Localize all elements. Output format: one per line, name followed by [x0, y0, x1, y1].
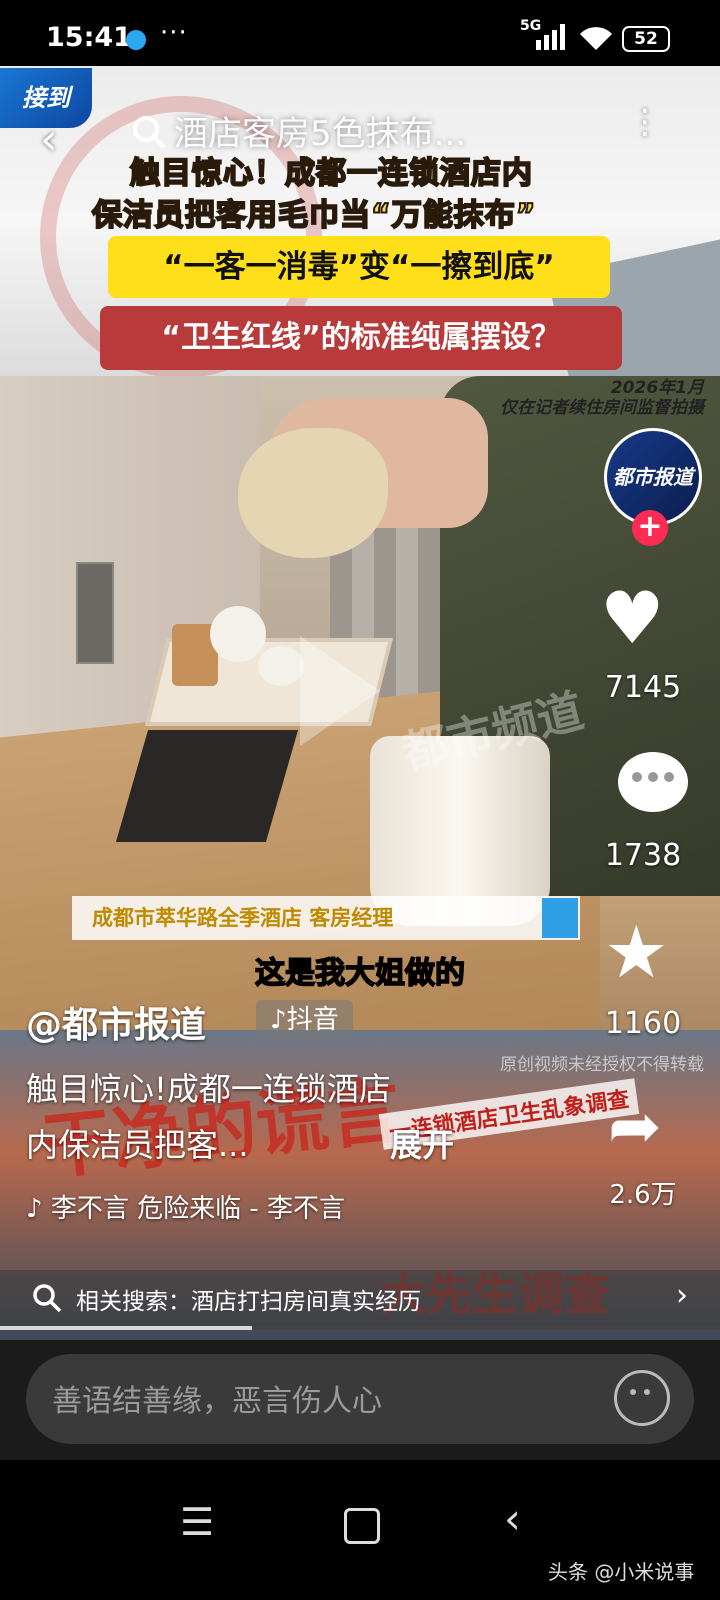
wifi-icon	[580, 27, 612, 50]
music-label[interactable]: ♪ 李不言 危险来临 - 李不言	[26, 1188, 345, 1225]
yellow-banner: “一客一消毒”变“一擦到底”	[108, 236, 610, 298]
caption-bar: 成都市萃华路全季酒店 客房经理	[72, 896, 580, 940]
caption-accent	[542, 898, 578, 938]
author-name[interactable]: @都市报道	[26, 996, 206, 1048]
more-options-icon[interactable]: ⋮	[628, 102, 664, 142]
home-icon[interactable]	[344, 1508, 380, 1544]
comment-placeholder: 善语结善缘，恶言伤人心	[52, 1384, 382, 1419]
scene-cup	[258, 646, 304, 686]
play-icon[interactable]	[300, 636, 380, 746]
signal-icon	[536, 24, 565, 50]
scene-switch	[76, 562, 114, 664]
progress-fill	[0, 1326, 252, 1330]
video-title-card: 接到 ‹ 酒店客房5色抹布... ⋮ 触目惊心！成都一连锁酒店内 保洁员把客用毛…	[0, 66, 720, 376]
description-line-2: 内保洁员把客...	[26, 1126, 249, 1164]
scene-teapot	[210, 606, 266, 662]
like-count: 7145	[604, 670, 682, 705]
description-line-1: 触目惊心!成都一连锁酒店	[26, 1070, 391, 1108]
share-icon[interactable]: ➦	[608, 1090, 662, 1164]
scene-mat	[115, 730, 299, 842]
date-overlay-line-1: 2026年1月	[610, 378, 704, 398]
system-nav-bar: ☰ ‹ 头条 @小米说事	[0, 1460, 720, 1600]
follow-button[interactable]: +	[632, 510, 668, 546]
video-progress-bar[interactable]	[0, 1326, 720, 1330]
star-icon[interactable]: ★	[604, 910, 669, 994]
status-bar: 15:41 ··· 5G 52	[0, 0, 720, 74]
date-overlay: 2026年1月 仅在记者续住房间监督拍摄	[500, 378, 704, 418]
back-icon[interactable]: ‹	[504, 1494, 521, 1543]
notification-dot-icon	[126, 30, 146, 50]
comment-dot	[632, 772, 642, 782]
headline-line-2: 保洁员把客用毛巾当“万能抹布”	[91, 197, 537, 234]
comment-icon[interactable]	[618, 752, 688, 812]
expand-button[interactable]: 展开	[390, 1120, 454, 1166]
search-icon	[133, 116, 166, 149]
headline-line-1: 触目惊心！成都一连锁酒店内	[129, 155, 533, 192]
chevron-right-icon: ›	[676, 1278, 688, 1313]
heart-icon[interactable]: ♥	[600, 576, 665, 660]
scene-sponge	[238, 428, 388, 558]
comment-count: 1738	[604, 838, 682, 873]
share-count: 2.6万	[609, 1180, 677, 1210]
related-search-text: 相关搜索：酒店打扫房间真实经历	[76, 1289, 421, 1315]
platform-badge: ♪抖音	[256, 1000, 353, 1040]
date-overlay-line-2: 仅在记者续住房间监督拍摄	[500, 398, 704, 418]
comment-dot	[648, 772, 658, 782]
battery-icon: 52	[622, 26, 670, 52]
emoji-icon[interactable]	[614, 1370, 670, 1426]
recent-apps-icon[interactable]: ☰	[180, 1500, 214, 1544]
back-arrow-icon[interactable]: ‹	[40, 114, 58, 165]
more-notifications-icon: ···	[160, 18, 188, 48]
related-search-bar[interactable]: 相关搜索：酒店打扫房间真实经历 ›	[0, 1270, 720, 1326]
comment-dot	[664, 772, 674, 782]
search-icon	[33, 1284, 62, 1313]
copyright-warning: 原创视频未经授权不得转载	[500, 1055, 704, 1075]
favorite-count: 1160	[604, 1006, 682, 1041]
emoji-eye	[630, 1389, 636, 1395]
red-banner: “卫生红线”的标准纯属摆设？	[100, 306, 622, 370]
emoji-eye	[644, 1389, 650, 1395]
source-watermark: 头条 @小米说事	[548, 1560, 695, 1584]
status-time: 15:41	[46, 22, 132, 53]
comment-input[interactable]: 善语结善缘，恶言伤人心	[26, 1354, 694, 1444]
